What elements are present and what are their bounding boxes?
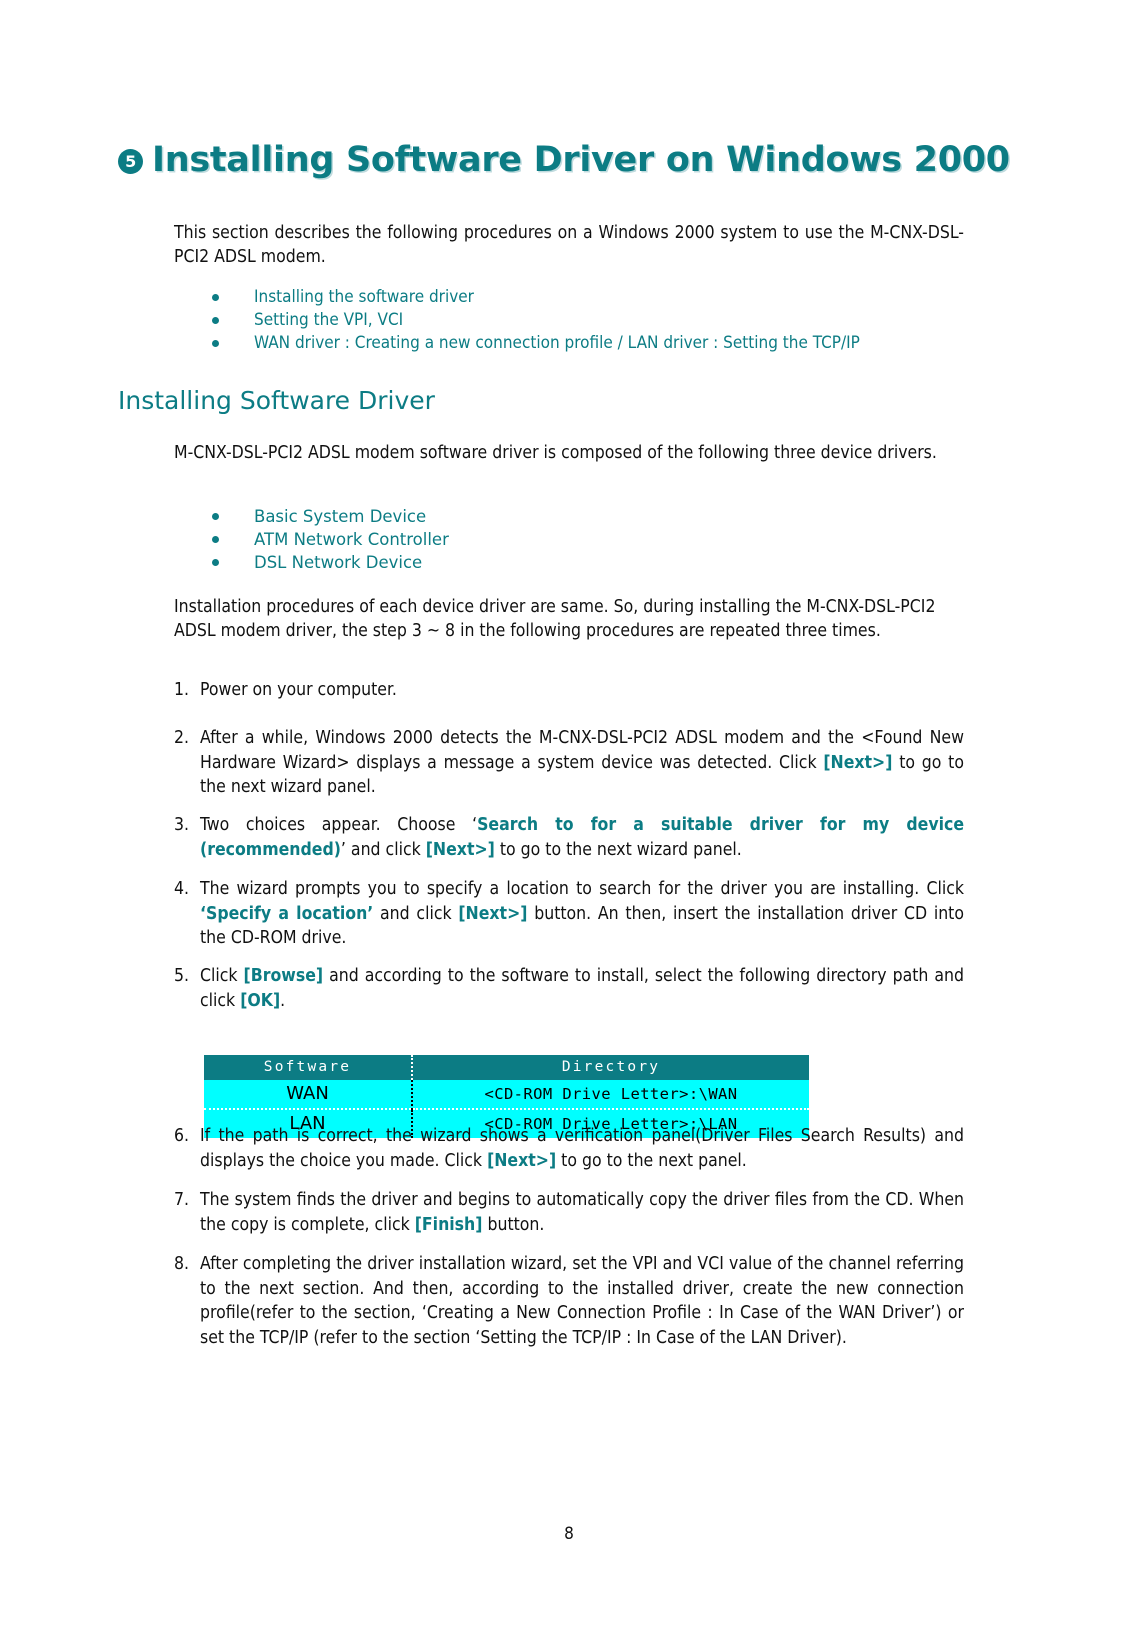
cell-software: WAN xyxy=(204,1080,413,1109)
step-8: 8. After completing the driver installat… xyxy=(174,1252,964,1350)
intro-paragraph: This section describes the following pro… xyxy=(174,223,964,267)
ui-key-reference: [Next>] xyxy=(458,903,528,924)
ui-key-reference: [Browse] xyxy=(243,966,324,986)
step-text: After completing the driver installation… xyxy=(200,1254,964,1348)
step-text: Power on your computer. xyxy=(200,680,397,700)
cell-directory: <CD-ROM Drive Letter>:\WAN xyxy=(412,1080,809,1109)
ui-key-reference: [Next>] xyxy=(823,752,893,773)
ui-key-reference: [Next>] xyxy=(425,839,495,860)
bullet-dot-icon xyxy=(212,536,219,543)
section-paragraph: M-CNX-DSL-PCI2 ADSL modem software drive… xyxy=(174,443,937,463)
list-item-label: ATM Network Controller xyxy=(254,530,449,549)
step-number: 2. xyxy=(174,728,190,748)
ui-key-reference: Search to for a suitable driver for my d… xyxy=(200,815,964,860)
step-number: 3. xyxy=(174,815,190,835)
bullet-dot-icon xyxy=(212,513,219,520)
step-number: 1. xyxy=(174,680,190,700)
step-4: 4. The wizard prompts you to specify a l… xyxy=(174,877,964,951)
list-item: DSL Network Device xyxy=(202,551,902,574)
step-1: 1. Power on your computer. xyxy=(174,678,964,703)
step-number: 4. xyxy=(174,879,190,899)
step-3: 3. Two choices appear. Choose ‘Search to… xyxy=(174,813,964,862)
list-item-label: Installing the software driver xyxy=(254,287,474,307)
page-number: 8 xyxy=(564,1524,574,1544)
step-number: 7. xyxy=(174,1190,190,1210)
page-title: 5 Installing Software Driver on Windows 2… xyxy=(118,140,1038,180)
step-text: The system finds the driver and begins t… xyxy=(200,1190,964,1235)
step-text: The wizard prompts you to specify a loca… xyxy=(200,879,964,948)
table-header-row: Software Directory xyxy=(204,1055,809,1080)
step-6: 6. If the path is correct, the wizard sh… xyxy=(174,1124,964,1173)
step-number: 8. xyxy=(174,1254,190,1274)
list-item-label: Setting the VPI, VCI xyxy=(254,310,404,330)
bullet-dot-icon xyxy=(212,559,219,566)
list-item: Installing the software driver xyxy=(202,286,982,309)
section-note: Installation procedures of each device d… xyxy=(174,597,936,641)
ui-key-reference: [OK] xyxy=(240,990,281,1011)
ui-key-reference: ‘Specify a location’ xyxy=(200,903,374,924)
chapter-title-text: Installing Software Driver on Windows 20… xyxy=(152,140,1010,180)
list-item: WAN driver : Creating a new connection p… xyxy=(202,332,982,355)
column-header-software: Software xyxy=(204,1055,413,1080)
step-7: 7. The system finds the driver and begin… xyxy=(174,1188,964,1237)
table-row: WAN <CD-ROM Drive Letter>:\WAN xyxy=(204,1080,809,1109)
section-heading: Installing Software Driver xyxy=(118,386,435,415)
bullet-dot-icon xyxy=(212,340,219,347)
step-text: After a while, Windows 2000 detects the … xyxy=(200,728,964,797)
ui-key-reference: [Next>] xyxy=(487,1150,557,1171)
list-item-label: Basic System Device xyxy=(254,507,427,526)
intro-bullet-list: Installing the software driver Setting t… xyxy=(202,286,982,355)
bullet-dot-icon xyxy=(212,294,219,301)
step-number: 5. xyxy=(174,966,190,986)
list-item: Basic System Device xyxy=(202,505,902,528)
ui-key-reference: [Finish] xyxy=(414,1214,483,1235)
list-item: ATM Network Controller xyxy=(202,528,902,551)
step-2: 2. After a while, Windows 2000 detects t… xyxy=(174,726,964,800)
list-item-label: WAN driver : Creating a new connection p… xyxy=(254,333,860,353)
step-text: Click [Browse] and according to the soft… xyxy=(200,966,964,1011)
list-item-label: DSL Network Device xyxy=(254,553,423,572)
list-item: Setting the VPI, VCI xyxy=(202,309,982,332)
step-text: If the path is correct, the wizard shows… xyxy=(200,1126,964,1171)
bullet-dot-icon xyxy=(212,317,219,324)
step-number: 6. xyxy=(174,1126,190,1146)
chapter-number-badge: 5 xyxy=(118,149,143,174)
driver-bullet-list: Basic System Device ATM Network Controll… xyxy=(202,505,902,574)
step-5: 5. Click [Browse] and according to the s… xyxy=(174,964,964,1013)
column-header-directory: Directory xyxy=(412,1055,809,1080)
step-text: Two choices appear. Choose ‘Search to fo… xyxy=(200,815,964,860)
document-page: 5 Installing Software Driver on Windows 2… xyxy=(0,0,1138,1652)
